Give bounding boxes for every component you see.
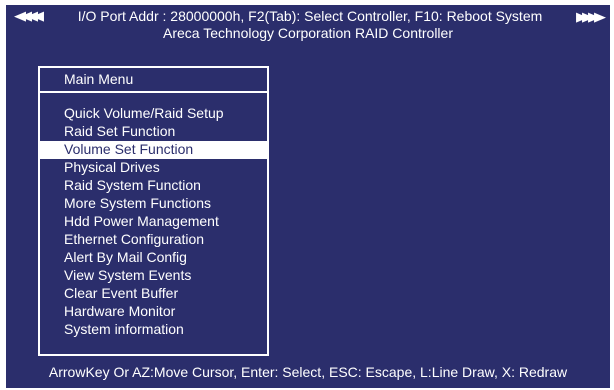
main-menu: Main Menu Quick Volume/Raid Setup Raid S… [38,66,269,356]
menu-item-raid-set-function[interactable]: Raid Set Function [40,123,267,141]
menu-item-volume-set-function[interactable]: Volume Set Function [40,141,267,159]
bios-screen: ◀◀◀◀ I/O Port Addr : 28000000h, F2(Tab):… [6,5,610,388]
menu-item-hardware-monitor[interactable]: Hardware Monitor [40,303,267,321]
header-controller-name: Areca Technology Corporation RAID Contro… [163,25,453,41]
menu-item-physical-drives[interactable]: Physical Drives [40,159,267,177]
header-port-info: I/O Port Addr : 28000000h, F2(Tab): Sele… [77,8,543,24]
menu-item-system-information[interactable]: System information [40,321,267,339]
main-menu-list: Quick Volume/Raid Setup Raid Set Functio… [40,105,267,339]
menu-item-raid-system-function[interactable]: Raid System Function [40,177,267,195]
menu-item-quick-volume-raid-setup[interactable]: Quick Volume/Raid Setup [40,105,267,123]
menu-item-hdd-power-management[interactable]: Hdd Power Management [40,213,267,231]
menu-item-clear-event-buffer[interactable]: Clear Event Buffer [40,285,267,303]
right-arrows-icon: ▶▶▶▶ [576,9,606,24]
menu-item-view-system-events[interactable]: View System Events [40,267,267,285]
menu-item-alert-by-mail-config[interactable]: Alert By Mail Config [40,249,267,267]
main-menu-title: Main Menu [40,68,267,93]
header-bar: ◀◀◀◀ I/O Port Addr : 28000000h, F2(Tab):… [6,5,610,49]
help-bar: ArrowKey Or AZ:Move Cursor, Enter: Selec… [48,364,568,380]
menu-item-ethernet-configuration[interactable]: Ethernet Configuration [40,231,267,249]
menu-item-more-system-functions[interactable]: More System Functions [40,195,267,213]
